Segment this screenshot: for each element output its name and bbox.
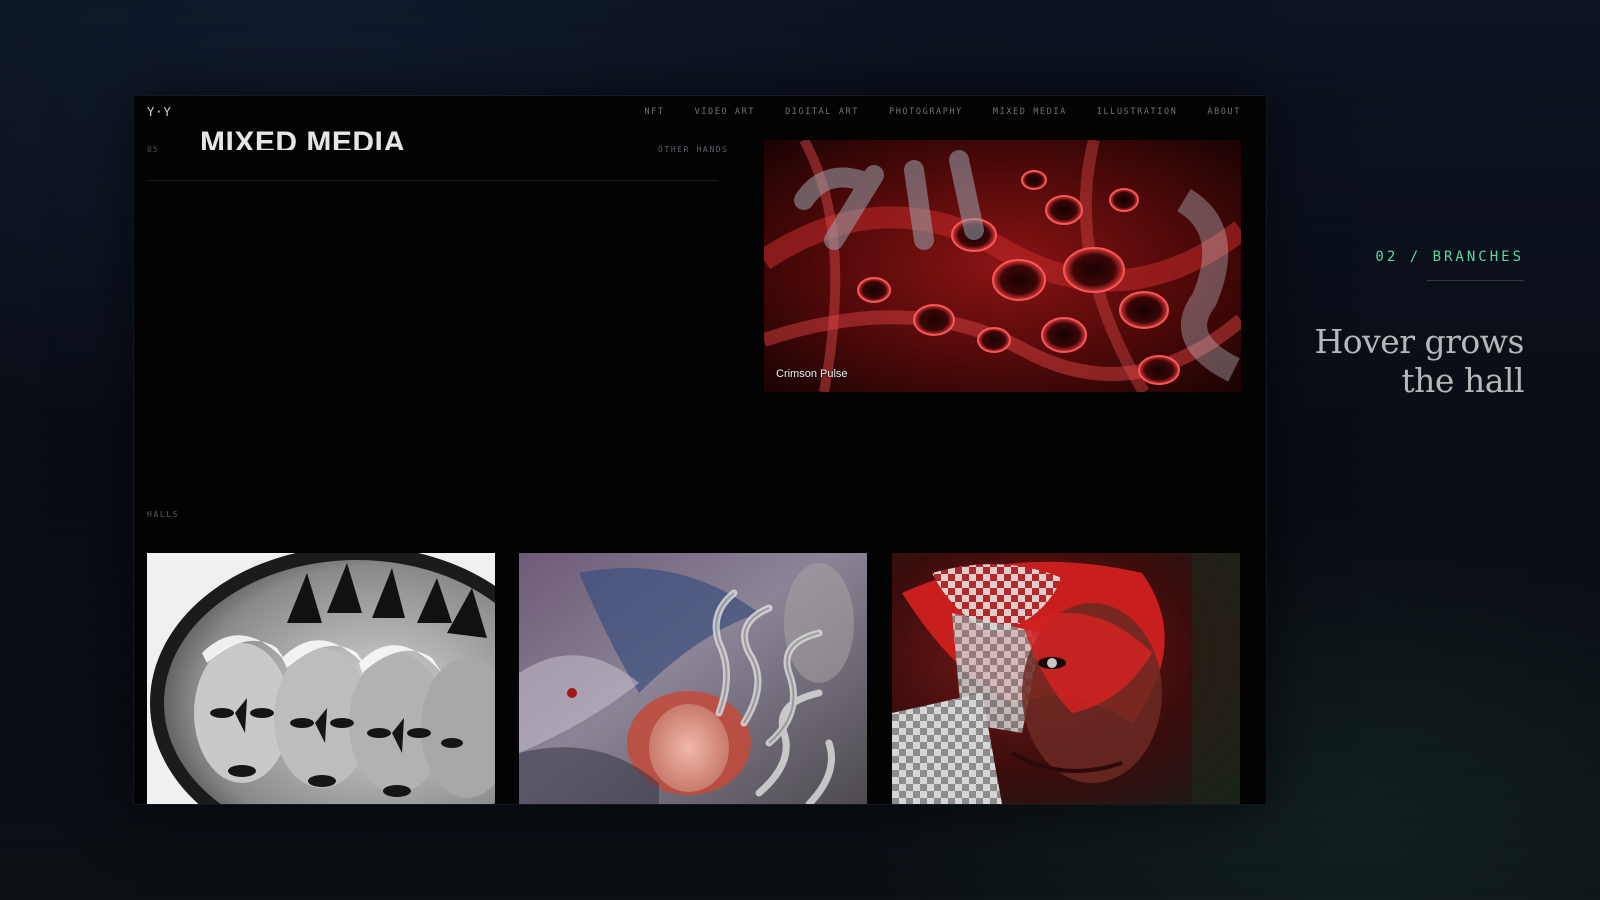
section-title: MIXED MEDIA [200, 118, 406, 151]
hall-card-3[interactable] [892, 553, 1240, 804]
featured-artwork-card[interactable]: Crimson Pulse [764, 140, 1241, 392]
annotation-headline-line-2: the hall [1401, 361, 1524, 400]
nav-item-digital-art[interactable]: DIGITAL ART [785, 107, 859, 117]
section-divider [147, 180, 718, 181]
featured-artwork-title: Crimson Pulse [776, 368, 848, 380]
section-number: 05 [147, 145, 159, 154]
browser-frame: Y·Y NFT VIDEO ART DIGITAL ART PHOTOGRAPH… [133, 95, 1267, 805]
nav-item-about[interactable]: ABOUT [1207, 107, 1241, 117]
nav-item-illustration[interactable]: ILLUSTRATION [1097, 107, 1178, 117]
nav-item-nft[interactable]: NFT [644, 107, 664, 117]
section-title-text: MIXED MEDIA [200, 126, 406, 151]
halls-label: HALLS [147, 510, 180, 519]
section-tag: 02 / BRANCHES [1375, 249, 1524, 265]
hall-card-1[interactable] [147, 553, 495, 804]
hall-2-image [519, 553, 867, 804]
nav-item-photography[interactable]: PHOTOGRAPHY [889, 107, 963, 117]
annotation-headline: Hover grows the hall [1264, 322, 1524, 400]
main-nav: NFT VIDEO ART DIGITAL ART PHOTOGRAPHY MI… [644, 107, 1241, 117]
nav-item-video-art[interactable]: VIDEO ART [695, 107, 755, 117]
hall-card-2[interactable] [519, 553, 867, 804]
section-tag-rule [1427, 280, 1524, 281]
featured-artwork-image [764, 140, 1241, 392]
annotation-headline-line-1: Hover grows [1314, 322, 1524, 361]
hall-1-image [147, 553, 495, 804]
site-logo[interactable]: Y·Y [147, 105, 172, 119]
other-hands-label: OTHER HANDS [658, 145, 729, 154]
nav-item-mixed-media[interactable]: MIXED MEDIA [993, 107, 1067, 117]
hall-3-image [892, 553, 1240, 804]
